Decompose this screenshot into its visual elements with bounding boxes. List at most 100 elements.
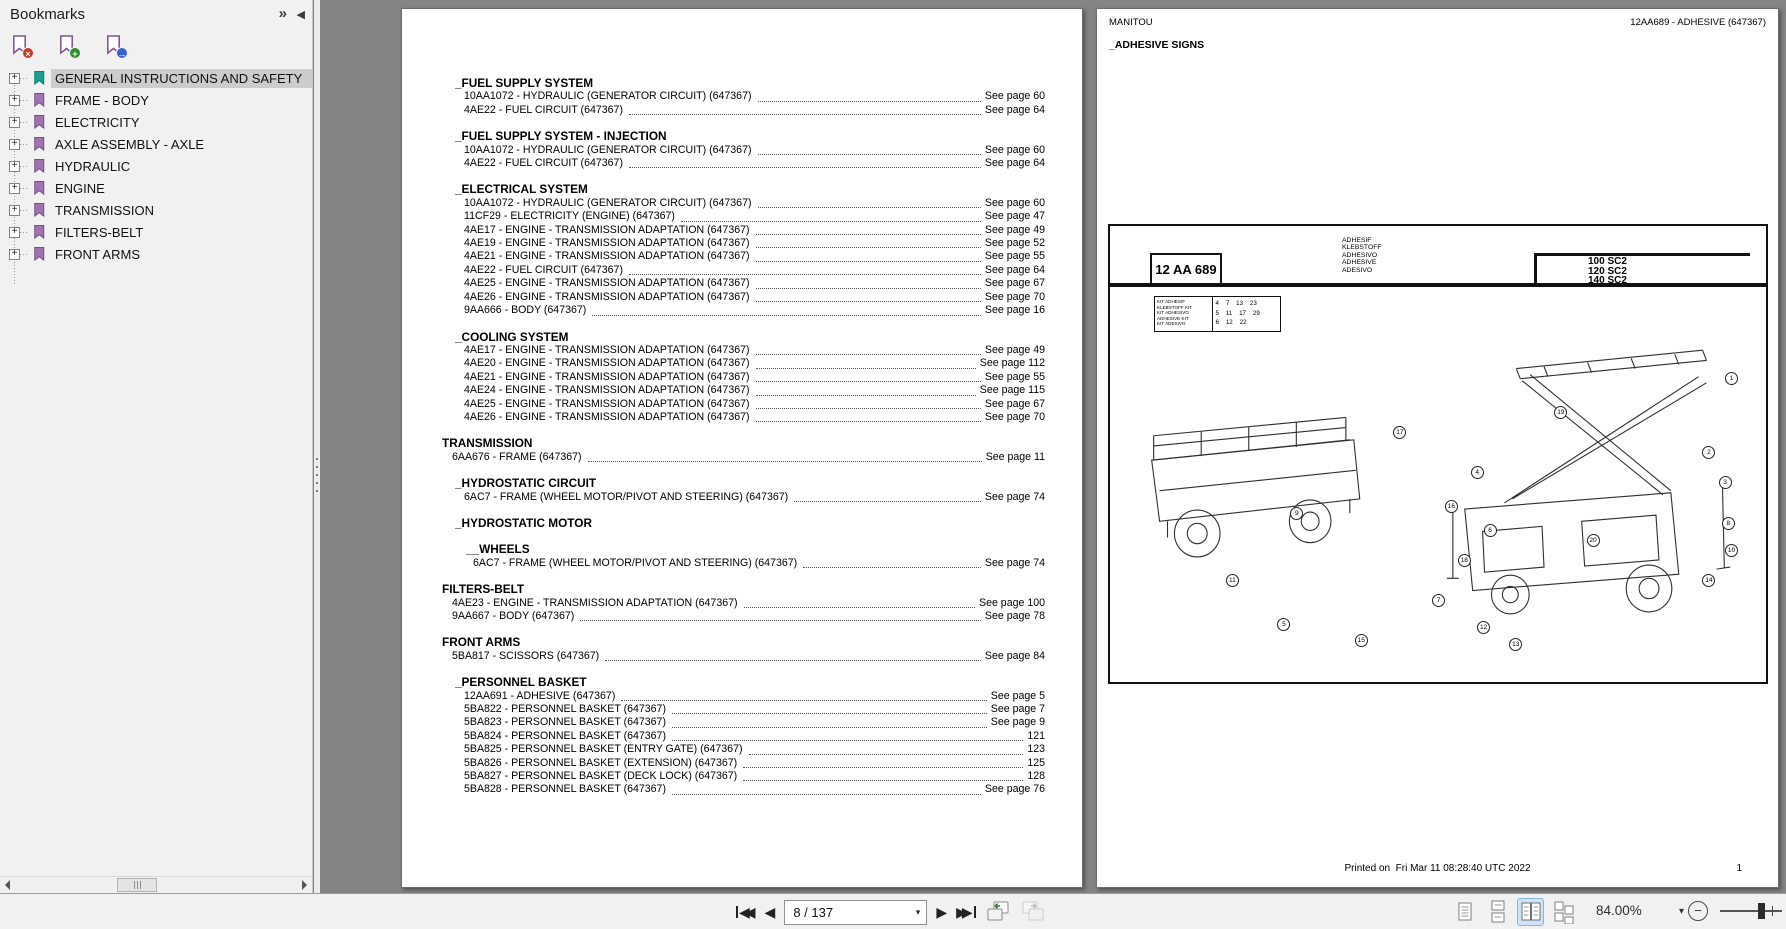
toc-row[interactable]: 4AE21 - ENGINE - TRANSMISSION ADAPTATION…: [402, 371, 1045, 384]
facing-pages-view-button[interactable]: [1518, 899, 1543, 925]
panel-collapse-icon[interactable]: ◀: [297, 8, 305, 21]
toc-row[interactable]: 9AA666 - BODY (647367) See page 16: [402, 304, 1045, 317]
zoom-slider[interactable]: [1720, 910, 1782, 912]
toc-row[interactable]: _PERSONNEL BASKET: [402, 676, 1045, 689]
toc-row[interactable]: 10AA1072 - HYDRAULIC (GENERATOR CIRCUIT)…: [402, 144, 1045, 157]
toc-row[interactable]: 6AA676 - FRAME (647367) See page 11: [402, 451, 1045, 464]
panel-options-icon[interactable]: »: [279, 5, 286, 22]
toc-row[interactable]: 4AE17 - ENGINE - TRANSMISSION ADAPTATION…: [402, 224, 1045, 237]
toc-row[interactable]: 5BA817 - SCISSORS (647367) See page 84: [402, 650, 1045, 663]
zoom-dropdown-caret-icon[interactable]: ▾: [1679, 906, 1684, 917]
toc-row[interactable]: 6AC7 - FRAME (WHEEL MOTOR/PIVOT AND STEE…: [402, 557, 1045, 570]
bookmark-item[interactable]: + HYDRAULIC: [0, 155, 312, 177]
toc-row[interactable]: 12AA691 - ADHESIVE (647367) See page 5: [402, 690, 1045, 703]
previous-view-button[interactable]: [985, 900, 1011, 924]
bookmark-item[interactable]: + ELECTRICITY: [0, 111, 312, 133]
toc-row[interactable]: _HYDROSTATIC CIRCUIT: [402, 477, 1045, 490]
expand-plus-icon[interactable]: +: [9, 183, 20, 194]
document-canvas: _FUEL SUPPLY SYSTEM 10AA1072 - HYDRAULIC…: [320, 0, 1786, 893]
toc-row[interactable]: 10AA1072 - HYDRAULIC (GENERATOR CIRCUIT)…: [402, 90, 1045, 103]
kit-number-column: 4 7 13 23 5 11 17 29 6 12 22: [1213, 297, 1281, 331]
toc-row-page: See page 49: [985, 224, 1045, 237]
toc-row-page: See page 16: [985, 304, 1045, 317]
toc-row[interactable]: 9AA667 - BODY (647367) See page 78: [402, 610, 1045, 623]
next-view-button[interactable]: [1020, 900, 1046, 924]
toc-row[interactable]: 10AA1072 - HYDRAULIC (GENERATOR CIRCUIT)…: [402, 197, 1045, 210]
tree-connector: [20, 144, 29, 145]
toc-row-page: See page 9: [991, 716, 1045, 729]
expand-plus-icon[interactable]: +: [9, 249, 20, 260]
page-number-input[interactable]: 8 / 137 ▾: [784, 900, 927, 925]
toc-row[interactable]: 5BA827 - PERSONNEL BASKET (DECK LOCK) (6…: [402, 770, 1045, 783]
expand-plus-icon[interactable]: +: [9, 139, 20, 150]
zoom-slider-thumb[interactable]: [1758, 903, 1765, 919]
expand-plus-icon[interactable]: +: [9, 227, 20, 238]
toc-row[interactable]: 5BA824 - PERSONNEL BASKET (647367) 121: [402, 730, 1045, 743]
toc-row[interactable]: _HYDROSTATIC MOTOR: [402, 517, 1045, 530]
previous-page-button[interactable]: ◀: [765, 899, 776, 925]
toc-row[interactable]: FRONT ARMS: [402, 636, 1045, 649]
bookmark-item[interactable]: + ENGINE: [0, 177, 312, 199]
first-page-button[interactable]: ◀◀: [736, 899, 756, 925]
bookmark-item[interactable]: + AXLE ASSEMBLY - AXLE: [0, 133, 312, 155]
toc-row[interactable]: 4AE25 - ENGINE - TRANSMISSION ADAPTATION…: [402, 277, 1045, 290]
scroll-right-arrow-icon[interactable]: [302, 880, 307, 890]
toc-row[interactable]: 4AE19 - ENGINE - TRANSMISSION ADAPTATION…: [402, 237, 1045, 250]
horizontal-scrollbar[interactable]: [0, 876, 312, 893]
toc-row[interactable]: __WHEELS: [402, 543, 1045, 556]
toc-row-title: 9AA666 - BODY (647367): [464, 304, 586, 317]
toc-row[interactable]: _COOLING SYSTEM: [402, 331, 1045, 344]
toc-row[interactable]: 5BA828 - PERSONNEL BASKET (647367) See p…: [402, 783, 1045, 796]
scrollbar-thumb[interactable]: [117, 878, 157, 892]
toc-row[interactable]: 5BA823 - PERSONNEL BASKET (647367) See p…: [402, 716, 1045, 729]
bookmark-tool-button[interactable]: +: [57, 34, 81, 60]
toc-row[interactable]: _FUEL SUPPLY SYSTEM - INJECTION: [402, 130, 1045, 143]
toc-row[interactable]: 4AE26 - ENGINE - TRANSMISSION ADAPTATION…: [402, 411, 1045, 424]
next-page-button[interactable]: ▶: [936, 899, 947, 925]
page-navigation: ◀◀ ◀ 8 / 137 ▾ ▶ ▶▶: [736, 899, 1046, 925]
expand-plus-icon[interactable]: +: [9, 161, 20, 172]
expand-plus-icon[interactable]: +: [9, 117, 20, 128]
page-dropdown-caret-icon[interactable]: ▾: [916, 907, 921, 918]
toc-row-title: _FUEL SUPPLY SYSTEM: [455, 77, 593, 90]
zoom-out-button[interactable]: −: [1688, 901, 1708, 921]
scroll-left-arrow-icon[interactable]: [5, 880, 10, 890]
bookmark-tool-button[interactable]: ×: [10, 34, 34, 60]
bookmark-item[interactable]: + TRANSMISSION: [0, 199, 312, 221]
toc-row[interactable]: 4AE23 - ENGINE - TRANSMISSION ADAPTATION…: [402, 597, 1045, 610]
toc-row[interactable]: 4AE25 - ENGINE - TRANSMISSION ADAPTATION…: [402, 398, 1045, 411]
toc-row[interactable]: 4AE22 - FUEL CIRCUIT (647367) See page 6…: [402, 104, 1045, 117]
toc-row[interactable]: 4AE24 - ENGINE - TRANSMISSION ADAPTATION…: [402, 384, 1045, 397]
expand-plus-icon[interactable]: +: [9, 95, 20, 106]
splitter-grip[interactable]: [316, 458, 318, 498]
bookmark-item[interactable]: + FRONT ARMS: [0, 243, 312, 265]
tree-connector: [20, 254, 29, 255]
toc-row[interactable]: 5BA825 - PERSONNEL BASKET (ENTRY GATE) (…: [402, 743, 1045, 756]
bookmark-item[interactable]: + FRAME - BODY: [0, 89, 312, 111]
toc-row-page: See page 55: [985, 250, 1045, 263]
single-page-view-button[interactable]: [1452, 899, 1477, 925]
toc-row[interactable]: 11CF29 - ELECTRICITY (ENGINE) (647367) S…: [402, 210, 1045, 223]
toc-row[interactable]: 4AE21 - ENGINE - TRANSMISSION ADAPTATION…: [402, 250, 1045, 263]
toc-row[interactable]: 4AE22 - FUEL CIRCUIT (647367) See page 6…: [402, 264, 1045, 277]
toc-row[interactable]: 5BA826 - PERSONNEL BASKET (EXTENSION) (6…: [402, 757, 1045, 770]
toc-row[interactable]: 4AE17 - ENGINE - TRANSMISSION ADAPTATION…: [402, 344, 1045, 357]
bookmark-item[interactable]: + FILTERS-BELT: [0, 221, 312, 243]
toc-row[interactable]: 5BA822 - PERSONNEL BASKET (647367) See p…: [402, 703, 1045, 716]
bookmark-item[interactable]: + GENERAL INSTRUCTIONS AND SAFETY: [0, 67, 312, 89]
expand-plus-icon[interactable]: +: [9, 73, 20, 84]
zoom-percent-value[interactable]: 84.00%: [1596, 903, 1642, 918]
toc-row[interactable]: FILTERS-BELT: [402, 583, 1045, 596]
toc-row[interactable]: 4AE22 - FUEL CIRCUIT (647367) See page 6…: [402, 157, 1045, 170]
toc-row[interactable]: _ELECTRICAL SYSTEM: [402, 183, 1045, 196]
toc-row[interactable]: 4AE20 - ENGINE - TRANSMISSION ADAPTATION…: [402, 357, 1045, 370]
toc-row[interactable]: _FUEL SUPPLY SYSTEM: [402, 77, 1045, 90]
last-page-button[interactable]: ▶▶: [956, 899, 976, 925]
facing-continuous-view-button[interactable]: [1551, 899, 1576, 925]
expand-plus-icon[interactable]: +: [9, 205, 20, 216]
toc-row[interactable]: 6AC7 - FRAME (WHEEL MOTOR/PIVOT AND STEE…: [402, 491, 1045, 504]
bookmark-tool-button[interactable]: →: [104, 34, 128, 60]
continuous-view-button[interactable]: [1485, 899, 1510, 925]
toc-row[interactable]: TRANSMISSION: [402, 437, 1045, 450]
toc-row[interactable]: 4AE26 - ENGINE - TRANSMISSION ADAPTATION…: [402, 291, 1045, 304]
